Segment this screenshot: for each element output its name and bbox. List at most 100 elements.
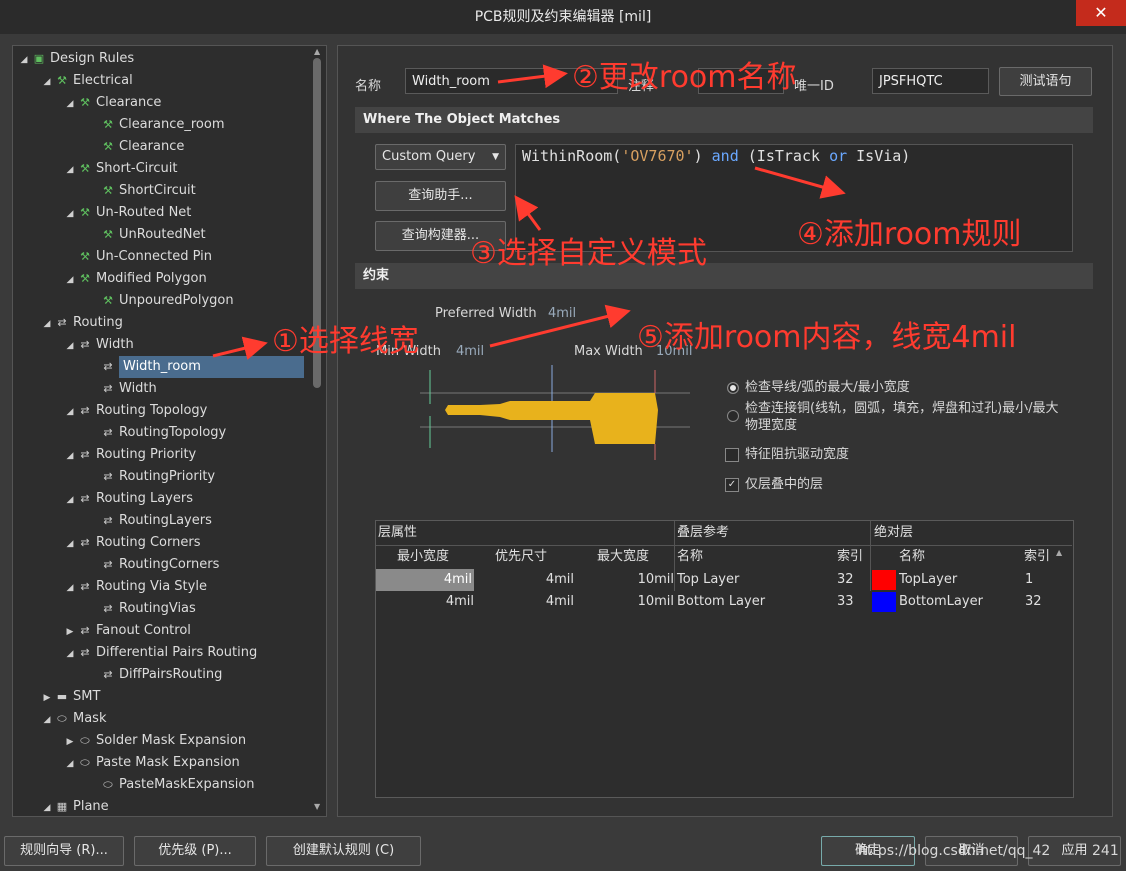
tree-item[interactable]: ⇄ RoutingLayers [86,510,211,532]
cell-min-width[interactable]: 4mil [376,591,474,613]
collapse-arrow-icon[interactable]: ◢ [63,159,77,181]
tree-item[interactable]: ◢ ⇄ Routing Via Style [63,576,207,598]
tree-item[interactable]: ◢ ▦ Plane [40,796,109,816]
collapse-arrow-icon[interactable]: ◢ [63,577,77,599]
expand-arrow-icon[interactable]: ▶ [63,621,77,643]
collapse-arrow-icon[interactable]: ◢ [63,445,77,467]
cell-stack-index[interactable]: 32 [837,569,867,591]
cell-pref-width[interactable]: 4mil [476,569,574,591]
tree-item[interactable]: ◢ ⇄ Routing Layers [63,488,193,510]
close-button[interactable]: ✕ [1076,0,1126,26]
col-abs-name[interactable]: 名称 [899,546,925,568]
tree-item[interactable]: ⚒ UnRoutedNet [86,224,206,246]
min-width-value[interactable]: 4mil [456,344,484,359]
tree-item[interactable]: ◢ ⇄ Routing Topology [63,400,208,423]
col-min-width[interactable]: 最小宽度 [397,546,449,568]
tree-item[interactable]: ▶ ⇄ Fanout Control [63,620,191,642]
rule-icon: ⚒ [103,294,113,307]
query-helper-button[interactable]: 查询助手... [375,181,506,211]
tree-item[interactable]: ◢ ⚒ Short-Circuit [63,158,178,181]
create-default-rules-button[interactable]: 创建默认规则 (C) [266,836,421,866]
preferred-width-value[interactable]: 4mil [548,306,576,321]
col-max-width[interactable]: 最大宽度 [597,546,649,568]
col-abs-index[interactable]: 索引 [1024,546,1050,568]
scroll-down-icon[interactable]: ▼ [314,802,320,811]
stack-layers-only-checkbox[interactable]: ✓ 仅层叠中的层 [725,473,823,492]
tree-item[interactable]: ◢ ⚒ Un-Routed Net [63,202,192,225]
tree-item[interactable]: ◢ ⇄ Routing [40,312,123,334]
tree-item[interactable]: ▶ ▬ SMT [40,686,101,709]
tree-item[interactable]: ⚒ ShortCircuit [86,180,196,202]
option-check-track-width[interactable]: 检查导线/弧的最大/最小宽度 [727,376,910,395]
cell-stack-index[interactable]: 33 [837,591,867,613]
tree-item[interactable]: ⚒ Un-Connected Pin [63,246,212,268]
tree-item[interactable]: ⇄ RoutingCorners [86,554,219,576]
tree-item[interactable]: ◢ ⇄ Routing Priority [63,444,197,467]
col-pref-width[interactable]: 优先尺寸 [495,546,547,568]
tree-item[interactable]: ◢ ⇄ Differential Pairs Routing [63,642,258,665]
collapse-arrow-icon[interactable]: ◢ [40,709,54,731]
tree-item[interactable]: ◢ ⚒ Modified Polygon [63,268,207,290]
collapse-arrow-icon[interactable]: ◢ [40,313,54,335]
collapse-arrow-icon[interactable]: ◢ [63,335,77,357]
cell-abs-name[interactable]: BottomLayer [899,591,1019,613]
collapse-arrow-icon[interactable]: ◢ [63,753,77,775]
tree-item[interactable]: ⬭ PasteMaskExpansion [86,774,254,796]
collapse-arrow-icon[interactable]: ◢ [63,269,77,291]
scroll-up-icon[interactable]: ▲ [314,47,320,56]
checkmark-icon[interactable]: ✓ [725,477,739,492]
test-query-button[interactable]: 测试语句 [999,67,1092,96]
rule-icon: ⚒ [80,272,90,285]
tree-item[interactable]: ⇄ RoutingPriority [86,466,215,488]
tree-item[interactable]: ◢ ⬭ Paste Mask Expansion [63,752,240,774]
tree-item[interactable]: ⚒ UnpouredPolygon [86,290,234,312]
tree-item[interactable]: ⇄ Width [86,378,156,400]
cell-stack-name[interactable]: Top Layer [677,569,832,591]
collapse-arrow-icon[interactable]: ◢ [63,489,77,511]
cell-max-width[interactable]: 10mil [576,569,674,591]
cell-abs-index[interactable]: 1 [1025,569,1055,591]
routing-icon: ⇄ [103,514,113,527]
tree-item[interactable]: ◢ ⚒ Clearance [63,92,162,115]
sort-asc-icon: ▲ [1056,548,1063,557]
collapse-arrow-icon[interactable]: ◢ [63,533,77,555]
collapse-arrow-icon[interactable]: ◢ [40,71,54,93]
collapse-arrow-icon[interactable]: ◢ [40,797,54,816]
radio-selected-icon[interactable] [727,381,739,394]
cell-abs-name[interactable]: TopLayer [899,569,1019,591]
tree-item[interactable]: ◢ ⚒ Electrical [40,70,133,92]
rule-wizard-button[interactable]: 规则向导 (R)... [4,836,124,866]
collapse-arrow-icon[interactable]: ◢ [17,49,31,71]
tree-item[interactable]: ◢ ⇄ Width [63,334,134,356]
col-stack-index[interactable]: 索引 [837,546,863,568]
impedance-driven-checkbox[interactable]: 特征阻抗驱动宽度 [725,443,849,462]
cell-pref-width[interactable]: 4mil [476,591,574,613]
collapse-arrow-icon[interactable]: ◢ [63,643,77,665]
tree-item[interactable]: ◢ ▣ Design Rules [17,48,135,71]
checkbox-icon[interactable] [725,447,739,462]
tree-item[interactable]: ⚒ Clearance_room [86,114,224,136]
query-type-select[interactable]: Custom Query ▼ [375,144,506,170]
tree-item[interactable]: ◢ ⇄ Routing Corners [63,532,201,555]
cell-abs-index[interactable]: 32 [1025,591,1055,613]
collapse-arrow-icon[interactable]: ◢ [63,401,77,423]
expand-arrow-icon[interactable]: ▶ [40,687,54,709]
cell-max-width[interactable]: 10mil [576,591,674,613]
uid-label: 唯一ID [794,79,834,94]
tree-item[interactable]: ⇄ DiffPairsRouting [86,664,222,686]
cell-min-width[interactable]: 4mil [376,569,474,591]
option-check-copper-width[interactable]: 检查连接铜(线轨，圆弧，填充，焊盘和过孔)最小/最大 物理宽度 [727,400,1087,434]
tree-item[interactable]: ◢ ⬭ Mask [40,708,107,731]
radio-icon[interactable] [727,410,739,422]
col-stack-name[interactable]: 名称 [677,546,703,568]
tree-item[interactable]: ⚒ Clearance [86,136,184,158]
expand-arrow-icon[interactable]: ▶ [63,731,77,753]
collapse-arrow-icon[interactable]: ◢ [63,93,77,115]
tree-item[interactable]: ⇄ RoutingVias [86,598,195,620]
tree-item[interactable]: ▶ ⬭ Solder Mask Expansion [63,730,247,753]
cell-stack-name[interactable]: Bottom Layer [677,591,832,613]
priority-button[interactable]: 优先级 (P)... [134,836,256,866]
uid-input[interactable]: JPSFHQTC [872,68,989,94]
tree-item[interactable]: ⇄ RoutingTopology [86,422,226,444]
collapse-arrow-icon[interactable]: ◢ [63,203,77,225]
